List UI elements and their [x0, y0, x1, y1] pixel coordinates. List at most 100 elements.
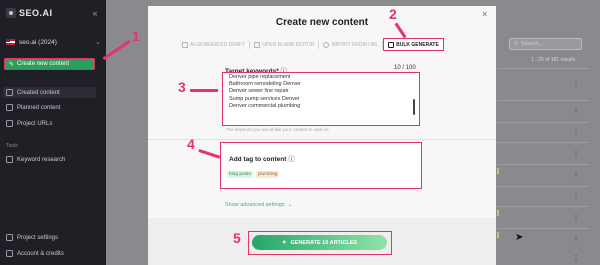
tab-bulk-generate[interactable]: BULK GENERATE [383, 38, 444, 51]
tab-label: BULK GENERATE [396, 41, 439, 48]
sidebar-item-label: Planned content [17, 104, 61, 111]
callout-number: 3 [178, 79, 186, 95]
tab-ai-generated-draft[interactable]: AI-GENERATED DRAFT [178, 39, 249, 50]
show-advanced-settings-link[interactable]: Show advanced settings ⌄ [225, 202, 292, 208]
advanced-settings-label: Show advanced settings [225, 202, 285, 208]
keyword-line: Denver pipe replacement [229, 74, 291, 80]
section-label-tools: Tools [6, 143, 18, 149]
keyword-line: Bathroom remodeling Denver [229, 81, 301, 88]
row-divider [497, 206, 589, 207]
sidebar-item-keyword-research[interactable]: Keyword research [6, 156, 65, 163]
keywords-help-text: The keyword you would like your content … [226, 127, 330, 132]
project-selector[interactable]: seo.ai (2024) ⌄ [6, 38, 101, 46]
document-icon [254, 41, 261, 48]
edit-icon: ✎ [9, 61, 15, 68]
sidebar-item-account-credits[interactable]: Account & credits [6, 250, 64, 257]
sidebar-item-label: Account & credits [17, 250, 64, 257]
row-menu-icon: ⋮ [572, 149, 580, 158]
tab-label: AI-GENERATED DRAFT [190, 41, 246, 48]
gear-icon [6, 234, 13, 241]
create-new-content-label: Create new content [17, 61, 70, 67]
row-divider [497, 228, 589, 229]
status-marker [497, 232, 499, 238]
row-menu-icon: ⋮ [572, 171, 580, 180]
info-icon: ⓘ [288, 156, 295, 163]
sidebar-item-created-content[interactable]: Created content [3, 87, 96, 98]
sparkle-icon: ✦ [281, 239, 287, 246]
logo[interactable]: SEO.AI [6, 8, 53, 18]
create-new-content-button[interactable]: ✎ Create new content [4, 58, 95, 70]
tab-import-from-url[interactable]: IMPORT FROM URL [319, 39, 382, 50]
generate-button-highlight: ✦ GENERATE 10 ARTICLES [248, 231, 392, 255]
generate-button-label: GENERATE 10 ARTICLES [290, 239, 358, 246]
row-divider [497, 100, 589, 101]
chevron-down-icon: ⌄ [95, 39, 101, 46]
row-menu-icon: ⋮ [572, 79, 580, 88]
keywords-scrollbar[interactable] [413, 99, 415, 115]
tag-section: Add tag to content ⓘ blog posts plumbing [220, 142, 422, 189]
row-menu-icon: ⋮ [572, 235, 580, 244]
search-icon: ⚲ [514, 41, 519, 47]
create-content-modal: × Create new content AI-GENERATED DRAFT … [148, 6, 496, 265]
row-divider [497, 142, 589, 143]
callout-number: 4 [187, 136, 195, 152]
search-placeholder: Search... [521, 41, 544, 47]
tab-label: OPEN BLANK EDITOR [262, 41, 315, 48]
link-icon [6, 120, 13, 127]
row-divider [497, 68, 589, 69]
row-menu-icon: ⋮ [572, 191, 580, 200]
user-icon [6, 250, 13, 257]
globe-icon [323, 41, 330, 48]
keywords-count: 10 / 100 [394, 65, 416, 71]
search-icon [6, 156, 13, 163]
target-keywords-textarea[interactable]: Denver pipe replacement Bathroom remodel… [222, 72, 420, 126]
tab-label: IMPORT FROM URL [331, 41, 379, 48]
tag-chip-plumbing[interactable]: plumbing [255, 171, 280, 178]
section-divider [148, 139, 496, 140]
sidebar: SEO.AI « seo.ai (2024) ⌄ ✎ Create new co… [0, 0, 106, 265]
calendar-icon [6, 104, 13, 111]
row-divider [497, 164, 589, 165]
collapse-sidebar-icon[interactable]: « [89, 7, 101, 19]
project-name: seo.ai (2024) [19, 38, 57, 46]
document-icon [6, 89, 13, 96]
chevron-down-icon: ⌄ [287, 202, 293, 208]
sidebar-item-project-urls[interactable]: Project URLs [6, 120, 52, 127]
tag-chip-blog-posts[interactable]: blog posts [227, 171, 253, 178]
background-search-input: ⚲ Search... [509, 38, 582, 50]
sidebar-item-project-settings[interactable]: Project settings [6, 234, 58, 241]
copy-icon [388, 41, 395, 48]
row-divider [497, 122, 589, 123]
keyword-line: Denver sewer line repair [229, 88, 289, 95]
tab-open-blank-editor[interactable]: OPEN BLANK EDITOR [250, 39, 318, 50]
keyword-list: Denver pipe replacement Bathroom remodel… [229, 74, 301, 110]
callout-arrow [190, 89, 218, 92]
keyword-line: Denver commercial plumbing [229, 102, 301, 109]
sidebar-item-label: Keyword research [17, 156, 66, 163]
add-tag-text: Add tag to content [229, 156, 287, 163]
content-mode-tabs: AI-GENERATED DRAFT OPEN BLANK EDITOR IMP… [178, 38, 468, 51]
sidebar-item-label: Project settings [17, 234, 59, 241]
callout-number: 5 [233, 230, 241, 246]
tag-input[interactable]: blog posts plumbing [227, 171, 280, 178]
logo-text: SEO.AI [19, 8, 53, 18]
status-marker [497, 210, 499, 216]
add-tag-label: Add tag to content ⓘ [229, 153, 295, 163]
us-flag-icon [6, 39, 15, 45]
keyword-line: Sump pump services Denver [229, 95, 300, 102]
logo-icon [6, 8, 16, 18]
modal-title: Create new content [275, 17, 369, 28]
row-menu-icon: ⋮ [572, 213, 580, 222]
callout-number: 1 [132, 28, 140, 44]
row-menu-icon: ⋮ [572, 107, 580, 116]
results-count: 1 - 25 of 181 results [531, 57, 576, 63]
generate-articles-button[interactable]: ✦ GENERATE 10 ARTICLES [252, 235, 387, 250]
status-marker [497, 168, 499, 174]
callout-number: 2 [389, 6, 397, 22]
mouse-cursor-icon: ➤ [515, 232, 524, 243]
row-divider [497, 186, 589, 187]
row-menu-icon: ⋮ [572, 254, 580, 263]
sidebar-item-planned-content[interactable]: Planned content [6, 104, 60, 111]
sidebar-item-label: Created content [17, 89, 60, 96]
sparkle-icon [182, 41, 188, 48]
